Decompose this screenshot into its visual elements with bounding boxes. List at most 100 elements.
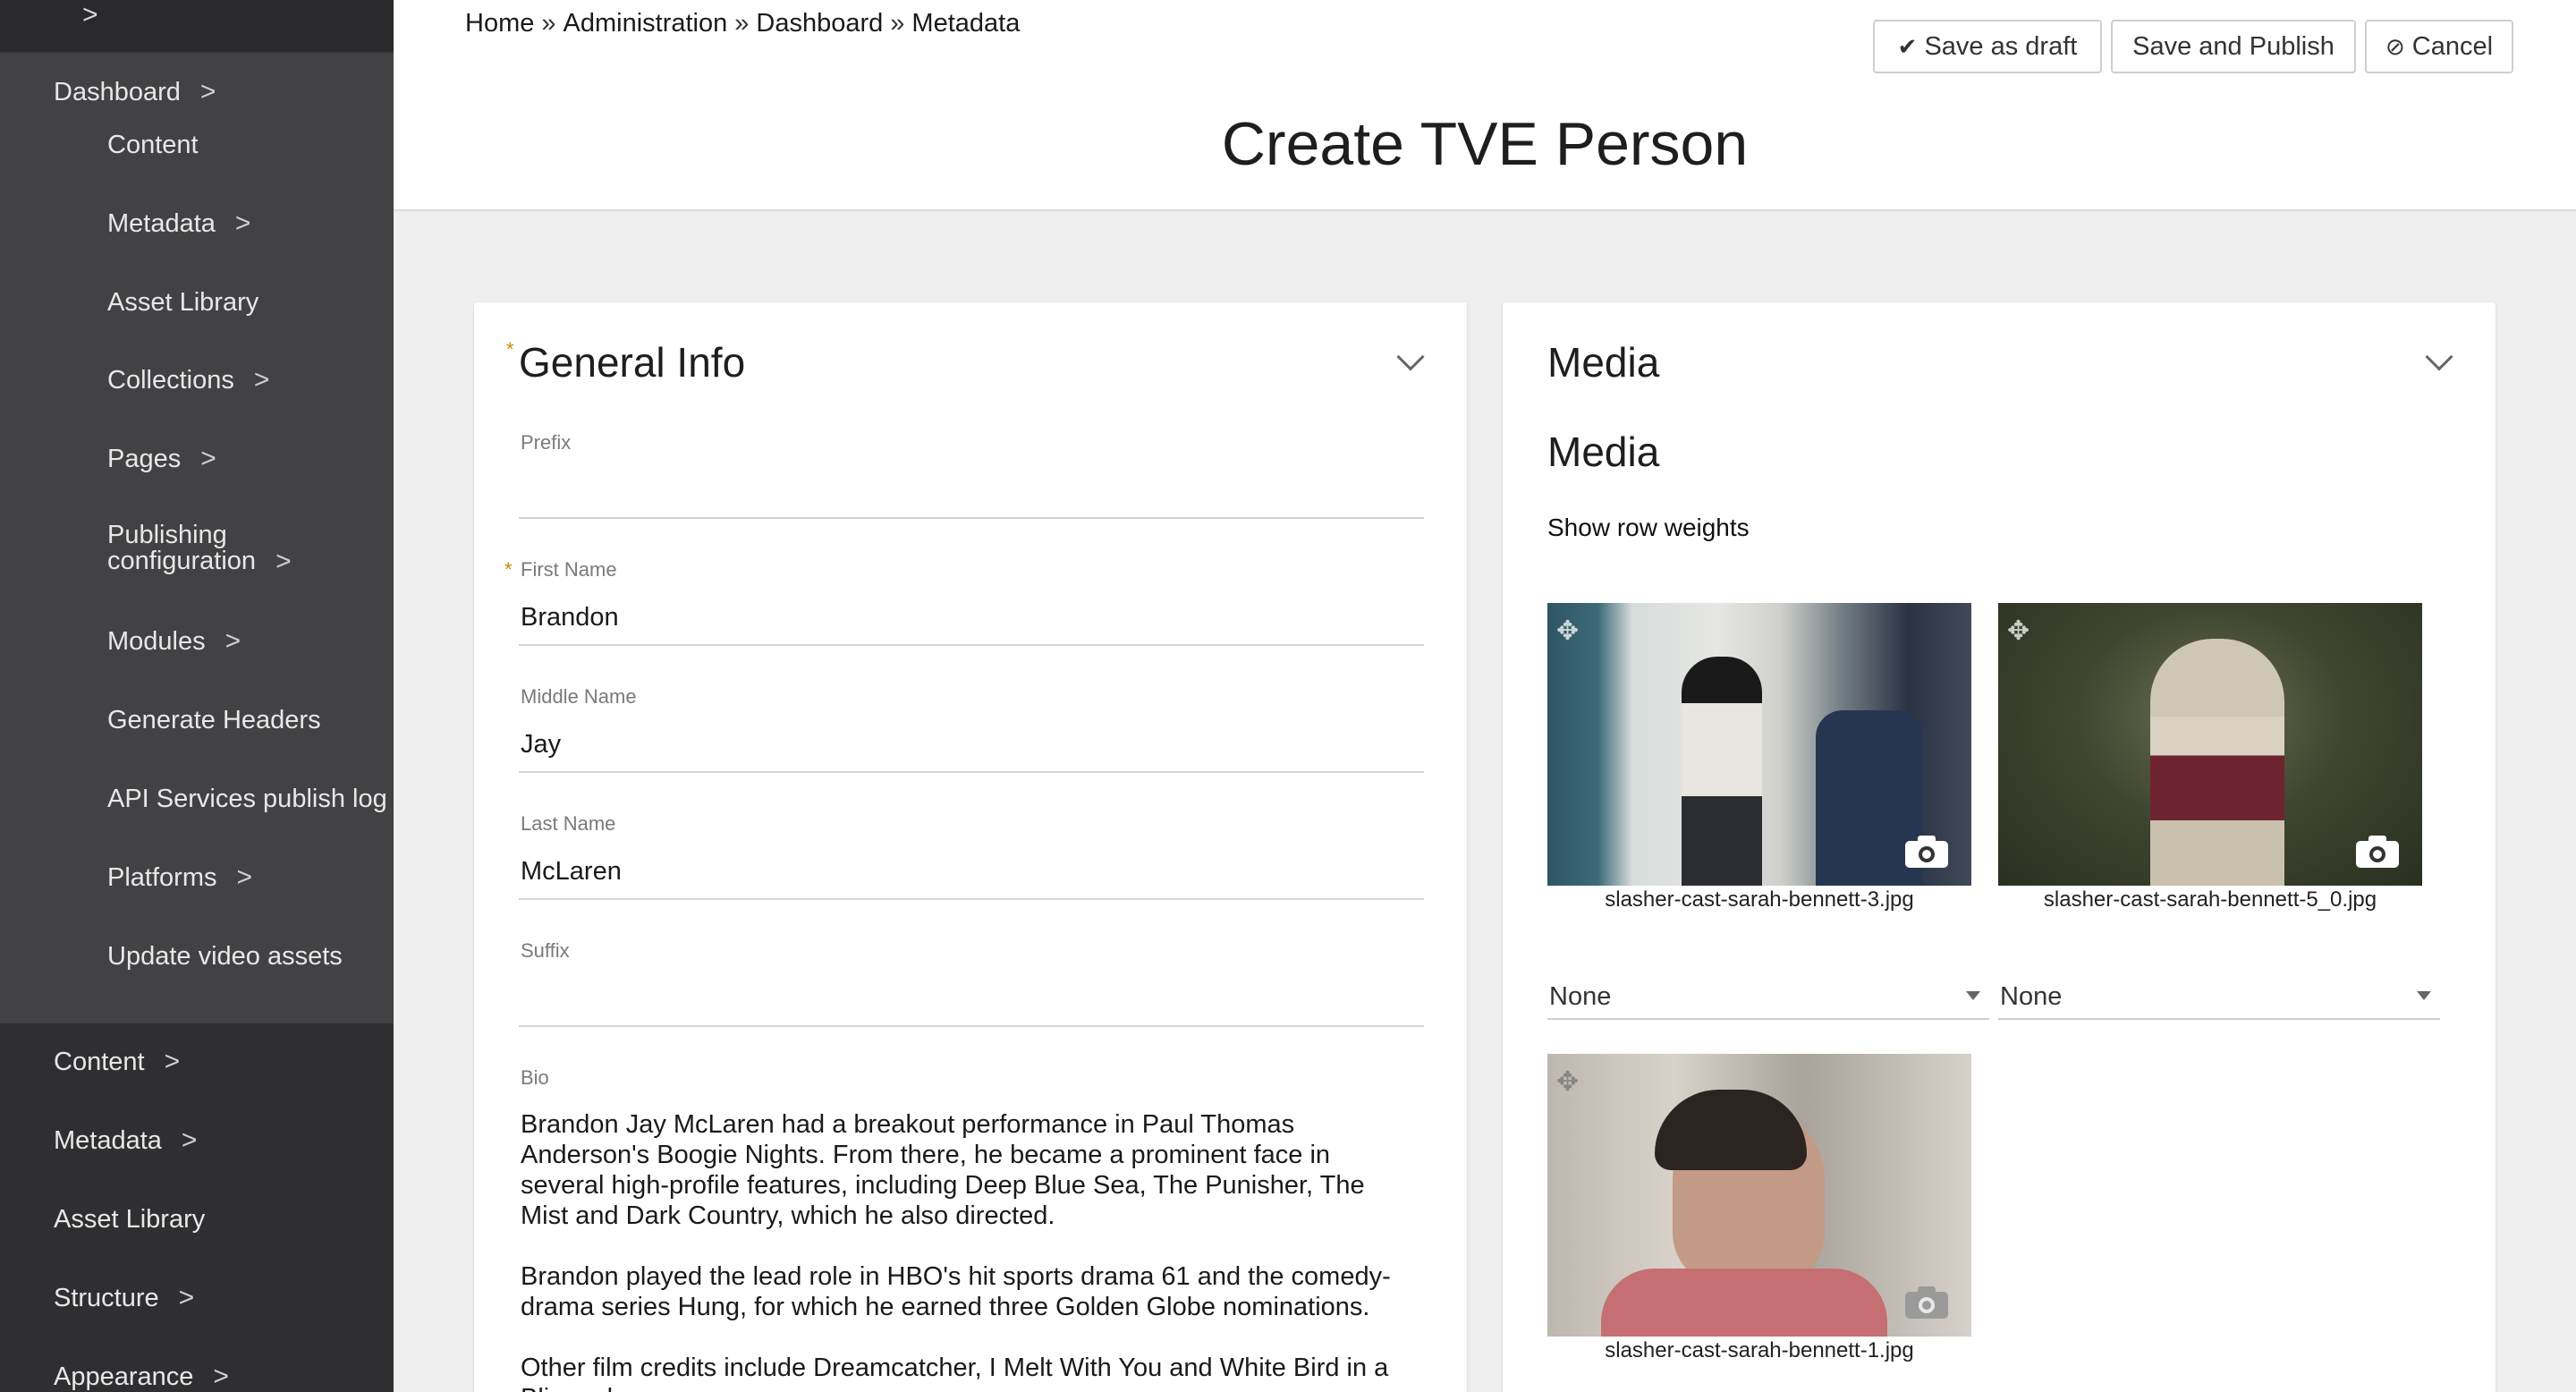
breadcrumb-dashboard[interactable]: Dashboard (756, 9, 883, 38)
checkmark-icon: ✔ (1897, 32, 1918, 60)
sidebar-item-asset-library[interactable]: Asset Library (54, 1204, 205, 1235)
camera-icon[interactable] (1903, 834, 1950, 870)
media-panel-title: Media (1547, 339, 1660, 386)
sidebar-subitem-metadata[interactable]: Metadata > (107, 208, 250, 239)
chevron-down-icon[interactable] (2425, 343, 2453, 371)
photo-figure (1601, 1269, 1887, 1337)
first-name-label: First Name (521, 558, 617, 581)
row-weight-select[interactable]: None (1998, 970, 2440, 1020)
button-label: Save as draft (1924, 31, 2078, 61)
save-as-draft-button[interactable]: ✔ Save as draft (1873, 20, 2102, 73)
breadcrumb-metadata[interactable]: Metadata (911, 9, 1020, 38)
required-marker: * (504, 558, 513, 581)
chevron-right-icon[interactable]: > (82, 0, 98, 30)
sidebar-collapse-row[interactable]: > (0, 0, 394, 54)
photo-figure (1655, 1090, 1807, 1170)
camera-icon[interactable] (2354, 834, 2401, 870)
sidebar-item-label: Platforms (107, 863, 217, 892)
prefix-label: Prefix (521, 431, 572, 454)
sidebar-item-label: Content (54, 1048, 145, 1076)
field-underline (519, 1025, 1424, 1027)
ban-icon: ⊘ (2385, 32, 2405, 60)
sidebar-item-label: Update video assets (107, 942, 343, 971)
sidebar-item-label: Metadata (54, 1126, 162, 1155)
sidebar-item-structure[interactable]: Structure > (54, 1283, 194, 1313)
media-thumbnail[interactable]: ✥ (1998, 603, 2422, 886)
sidebar-item-label-line1: Publishing (107, 521, 227, 549)
breadcrumb-separator: » (890, 9, 905, 38)
last-name-input[interactable]: McLaren (521, 857, 1424, 887)
move-icon[interactable]: ✥ (1556, 1066, 1579, 1098)
sidebar-subitem-platforms[interactable]: Platforms > (107, 862, 252, 893)
caret-down-icon (2417, 991, 2431, 1000)
save-and-publish-button[interactable]: Save and Publish (2111, 20, 2356, 73)
field-underline (519, 517, 1424, 519)
prefix-input[interactable] (521, 469, 1424, 505)
media-caption: slasher-cast-sarah-bennett-5_0.jpg (2043, 887, 2377, 912)
sidebar-item-label: Pages (107, 445, 182, 473)
sidebar-item-label: Publishing configuration (107, 522, 256, 574)
sidebar-item-metadata[interactable]: Metadata > (54, 1125, 197, 1156)
sidebar-item-appearance[interactable]: Appearance > (54, 1362, 229, 1392)
sidebar-item-label: Structure (54, 1284, 159, 1312)
suffix-input[interactable] (521, 979, 1424, 1014)
row-weight-select[interactable]: None (1547, 970, 1989, 1020)
chevron-right-icon: > (200, 444, 216, 473)
sidebar-item-label: Asset Library (54, 1205, 206, 1234)
sidebar-subitem-asset-library[interactable]: Asset Library (107, 287, 258, 318)
media-thumbnail[interactable]: ✥ (1547, 1054, 1971, 1337)
sidebar-subitem-update-video-assets[interactable]: Update video assets (107, 941, 343, 972)
cancel-button[interactable]: ⊘ Cancel (2365, 20, 2513, 73)
field-underline (519, 898, 1424, 900)
show-row-weights-link[interactable]: Show row weights (1547, 514, 1750, 542)
sidebar-subitem-modules[interactable]: Modules > (107, 626, 241, 657)
sidebar-subitem-pages[interactable]: Pages > (107, 444, 216, 474)
select-value: None (1549, 982, 1612, 1011)
media-subtitle: Media (1547, 429, 1660, 475)
chevron-right-icon: > (236, 862, 253, 892)
bio-paragraph: Other film credits include Dreamcatcher,… (521, 1354, 1389, 1392)
sidebar-subitem-generate-headers[interactable]: Generate Headers (107, 705, 321, 735)
general-info-title: General Info (519, 339, 746, 386)
sidebar-item-dashboard[interactable]: Dashboard > (54, 77, 216, 107)
breadcrumb-separator: » (541, 9, 556, 38)
move-icon[interactable]: ✥ (2007, 615, 2029, 647)
sidebar-item-content[interactable]: Content > (54, 1047, 180, 1077)
chevron-right-icon: > (181, 1125, 198, 1155)
sidebar-item-label: Collections (107, 366, 234, 395)
last-name-label: Last Name (521, 812, 616, 835)
photo-figure (1682, 657, 1762, 886)
breadcrumb-home[interactable]: Home (465, 9, 534, 38)
media-thumbnail[interactable]: ✥ (1547, 603, 1971, 886)
photo-figure (2150, 639, 2284, 886)
chevron-down-icon[interactable] (1396, 343, 1425, 371)
middle-name-label: Middle Name (521, 685, 637, 708)
breadcrumb-separator: » (734, 9, 750, 38)
required-marker: * (506, 338, 514, 361)
sidebar-subitem-api-services-publish-log[interactable]: API Services publish log (107, 784, 387, 814)
chevron-right-icon: > (199, 77, 216, 106)
breadcrumb: Home» Administration» Dashboard» Metadata (465, 9, 1020, 38)
media-panel: Media Media Show row weights ✥ slasher-c… (1503, 302, 2496, 1392)
first-name-input[interactable]: Brandon (521, 603, 1424, 632)
sidebar-item-label: Appearance (54, 1362, 194, 1391)
general-info-panel: * General Info Prefix * First Name Brand… (474, 302, 1467, 1392)
chevron-right-icon: > (178, 1283, 195, 1312)
middle-name-input[interactable]: Jay (521, 730, 1424, 760)
sidebar-subitem-publishing-configuration[interactable]: Publishing configuration > (107, 522, 292, 575)
chevron-right-icon: > (225, 626, 242, 656)
admin-sidebar: > Dashboard > Content Metadata > Asset Lib… (0, 0, 394, 1392)
move-icon[interactable]: ✥ (1556, 615, 1579, 647)
field-underline (519, 771, 1424, 773)
sidebar-item-label: Modules (107, 627, 206, 656)
media-caption: slasher-cast-sarah-bennett-1.jpg (1605, 1338, 1914, 1362)
sidebar-item-label: Asset Library (107, 288, 259, 317)
breadcrumb-administration[interactable]: Administration (564, 9, 728, 38)
sidebar-subitem-content[interactable]: Content (107, 130, 199, 160)
sidebar-subitem-collections[interactable]: Collections > (107, 365, 269, 395)
bio-paragraph: Brandon played the lead role in HBO's hi… (521, 1262, 1391, 1321)
button-label: Cancel (2411, 31, 2494, 61)
media-caption: slasher-cast-sarah-bennett-3.jpg (1605, 887, 1914, 912)
camera-icon[interactable] (1903, 1285, 1950, 1320)
bio-textarea[interactable]: Brandon Jay McLaren had a breakout perfo… (521, 1109, 1415, 1392)
